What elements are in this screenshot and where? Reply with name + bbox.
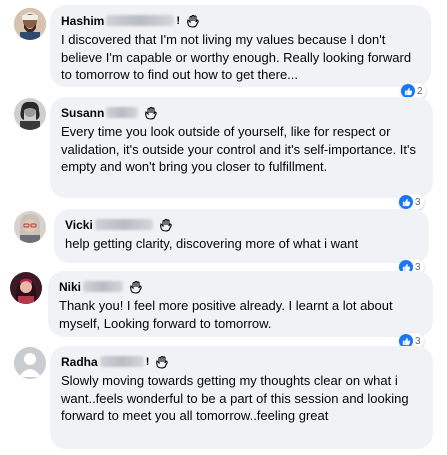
- avatar[interactable]: [10, 272, 42, 304]
- waving-hand-icon: [155, 355, 169, 369]
- comment-bubble: Susann Every time you look outside of yo…: [50, 97, 433, 198]
- redaction-mark: !: [176, 14, 181, 27]
- avatar[interactable]: [14, 347, 46, 379]
- comment-bubble: Radha ! Slowly moving towards getting my…: [50, 346, 433, 449]
- waving-hand-icon: [144, 106, 158, 120]
- thumbs-up-icon: [401, 84, 415, 98]
- waving-hand-icon: [159, 218, 173, 232]
- reaction-count: 3: [415, 196, 421, 208]
- comment-bubble: Hashim ! I discovered that I'm not livin…: [50, 5, 431, 87]
- redacted-surname: [83, 281, 124, 292]
- commenter-name[interactable]: Radha: [61, 355, 98, 369]
- redacted-surname: [99, 356, 144, 367]
- commenter-name[interactable]: Niki: [59, 280, 81, 294]
- commenter-name[interactable]: Susann: [61, 106, 104, 120]
- waving-hand-icon: [186, 14, 200, 28]
- commenter-name[interactable]: Hashim: [61, 14, 104, 28]
- comment-text: Slowly moving towards getting my thought…: [61, 373, 409, 423]
- redaction-mark: !: [145, 355, 150, 368]
- comment-bubble: Niki Thank you! I feel more positive alr…: [48, 271, 433, 337]
- redacted-surname: [94, 219, 153, 230]
- comment-text: I discovered that I'm not living my valu…: [61, 32, 412, 82]
- comment-text: Thank you! I feel more positive already.…: [59, 298, 393, 331]
- thumbs-up-icon: [399, 195, 413, 209]
- commenter-name[interactable]: Vicki: [65, 218, 93, 232]
- waving-hand-icon: [129, 280, 143, 294]
- reaction-count: 3: [415, 335, 421, 347]
- reaction-count-badge[interactable]: 3: [399, 194, 424, 210]
- avatar[interactable]: [14, 211, 46, 243]
- comment-text: help getting clarity, discovering more o…: [65, 236, 359, 251]
- comment-text: Every time you look outside of yourself,…: [61, 124, 416, 174]
- comment-bubble: Vicki help getting clarity, discovering …: [54, 209, 429, 263]
- avatar[interactable]: [14, 98, 46, 130]
- reaction-count: 2: [417, 85, 423, 97]
- avatar[interactable]: [14, 8, 46, 40]
- redacted-surname: [106, 15, 175, 26]
- redacted-surname: [106, 107, 139, 118]
